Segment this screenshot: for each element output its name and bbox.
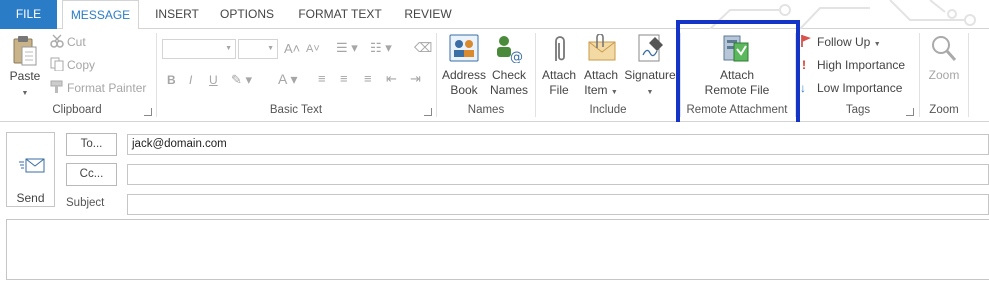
zoom-group-label: Zoom <box>929 104 959 116</box>
format-painter-button[interactable]: Format Painter <box>67 80 146 96</box>
grow-font-icon[interactable]: A˄ <box>284 41 300 57</box>
format-painter-icon <box>50 80 63 93</box>
separator <box>968 33 969 117</box>
copy-button[interactable]: Copy <box>67 57 95 73</box>
decrease-indent-icon[interactable]: ⇤ <box>386 71 397 87</box>
subject-label: Subject <box>66 197 105 209</box>
basic-text-group-label: Basic Text <box>269 104 323 116</box>
tab-insert[interactable]: INSERT <box>148 0 206 29</box>
font-name-combo[interactable]: ▼ <box>162 39 236 59</box>
high-importance-icon: ! <box>802 58 806 72</box>
bullets-icon[interactable]: ☰ ▾ <box>336 40 358 56</box>
chevron-down-icon: ▼ <box>225 45 232 52</box>
clipboard-launcher-icon[interactable] <box>144 108 152 116</box>
underline-icon[interactable]: U <box>209 72 218 88</box>
include-group-label: Include <box>589 104 627 116</box>
address-book-label-1: Address <box>441 68 487 82</box>
ribbon-tab-bar: FILE MESSAGE INSERT OPTIONS FORMAT TEXT … <box>0 0 989 30</box>
tags-launcher-icon[interactable] <box>906 108 914 116</box>
paste-label: Paste <box>9 69 41 83</box>
attach-file-label-2: File <box>549 83 569 97</box>
chevron-down-icon: ▼ <box>646 89 654 96</box>
align-left-icon[interactable]: ≡ <box>318 71 326 87</box>
tab-message[interactable]: MESSAGE <box>62 0 139 30</box>
signature-icon <box>638 34 663 62</box>
attach-item-label-1: Attach <box>583 68 619 82</box>
svg-text:@: @ <box>510 50 523 63</box>
tab-file[interactable]: FILE <box>0 0 57 29</box>
address-book-button[interactable]: Address Book <box>440 68 488 98</box>
message-body[interactable] <box>6 219 989 280</box>
paste-dropdown-icon[interactable]: ▼ <box>22 90 29 97</box>
compose-area: Send To... jack@domain.com Cc... Subject <box>0 122 989 283</box>
separator <box>919 33 920 117</box>
copy-icon <box>50 57 64 71</box>
attach-file-label-1: Attach <box>541 68 577 82</box>
paperclip-icon <box>555 36 565 61</box>
check-names-icon: @ <box>497 36 523 63</box>
attach-file-button[interactable]: Attach File <box>538 68 580 98</box>
ribbon: Paste ▼ Cut Copy Format Painter Clipboar… <box>0 29 989 122</box>
cc-field[interactable] <box>127 164 989 185</box>
high-importance-button[interactable]: High Importance <box>817 57 905 73</box>
paste-button[interactable]: Paste ▼ <box>6 69 44 101</box>
chevron-down-icon: ▼ <box>267 45 274 52</box>
highlight-icon[interactable]: ✎ ▾ <box>231 72 252 88</box>
separator <box>436 33 437 117</box>
italic-icon[interactable]: I <box>189 72 192 88</box>
to-field[interactable]: jack@domain.com <box>127 134 989 155</box>
shrink-font-icon[interactable]: A˅ <box>306 41 320 57</box>
basic-text-launcher-icon[interactable] <box>424 108 432 116</box>
separator <box>156 33 157 117</box>
zoom-button[interactable]: Zoom <box>922 68 966 83</box>
attach-item-button[interactable]: Attach Item ▼ <box>580 68 622 100</box>
signature-label: Signature <box>624 68 676 82</box>
align-center-icon[interactable]: ≡ <box>340 71 348 87</box>
low-importance-icon: ↓ <box>800 81 806 95</box>
font-size-combo[interactable]: ▼ <box>238 39 278 59</box>
send-button[interactable]: Send <box>6 132 55 207</box>
signature-button[interactable]: Signature ▼ <box>622 68 678 100</box>
follow-up-flag-icon <box>801 35 811 47</box>
bold-icon[interactable]: B <box>167 72 176 88</box>
send-label: Send <box>16 191 45 205</box>
font-color-icon[interactable]: A ▾ <box>278 71 297 87</box>
cc-button[interactable]: Cc... <box>66 163 117 186</box>
chevron-down-icon: ▼ <box>610 89 618 96</box>
tab-format-text[interactable]: FORMAT TEXT <box>291 0 389 29</box>
address-book-label-2: Book <box>450 83 478 97</box>
clear-formatting-icon[interactable]: ⌫ <box>414 40 432 56</box>
chevron-down-icon: ▼ <box>873 41 881 48</box>
attach-item-icon <box>588 34 616 61</box>
tab-review[interactable]: REVIEW <box>398 0 458 29</box>
align-right-icon[interactable]: ≡ <box>364 71 372 87</box>
check-names-label-1: Check <box>491 68 526 82</box>
increase-indent-icon[interactable]: ⇥ <box>410 71 421 87</box>
tab-options[interactable]: OPTIONS <box>213 0 281 29</box>
tags-group-label: Tags <box>845 104 871 116</box>
clipboard-group-label: Clipboard <box>52 104 102 116</box>
check-names-button[interactable]: Check Names <box>486 68 532 98</box>
subject-field[interactable] <box>127 194 989 215</box>
attach-item-label-2: Item <box>584 83 608 97</box>
remote-attachment-highlight-box <box>676 20 800 129</box>
zoom-icon <box>932 36 957 61</box>
address-book-icon <box>449 34 479 62</box>
numbering-icon[interactable]: ☷ ▾ <box>370 40 392 56</box>
low-importance-button[interactable]: Low Importance <box>817 80 902 96</box>
names-group-label: Names <box>467 104 505 116</box>
paste-icon <box>13 36 37 66</box>
check-names-label-2: Names <box>489 83 528 97</box>
cut-icon <box>50 34 64 48</box>
follow-up-button[interactable]: Follow Up ▼ <box>817 34 881 53</box>
cut-button[interactable]: Cut <box>67 34 86 50</box>
send-icon <box>19 158 45 173</box>
follow-up-label: Follow Up <box>817 35 871 49</box>
to-button[interactable]: To... <box>66 133 117 156</box>
